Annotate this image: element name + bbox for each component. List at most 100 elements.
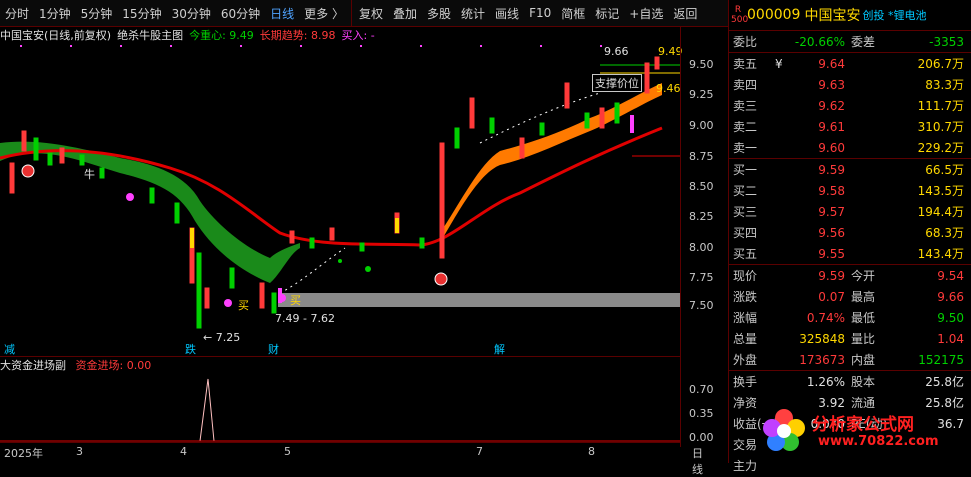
sell-price: 9.62 xyxy=(818,98,845,113)
price-axis: 9.50 9.25 9.00 8.75 8.50 8.25 8.00 7.75 … xyxy=(680,27,728,447)
f10-button[interactable]: F10 xyxy=(524,6,556,20)
buy-row[interactable]: 买三 9.57 194.4万 xyxy=(729,201,971,222)
signal-dot xyxy=(224,299,232,307)
date-mode-label[interactable]: 日线 xyxy=(692,445,703,477)
overlay-button[interactable]: 叠加 xyxy=(388,5,422,22)
fund-row: 换手 1.26% 股本 25.8亿 xyxy=(729,371,971,392)
event-tag[interactable]: 解 xyxy=(494,341,505,357)
y-tick: 9.50 xyxy=(689,58,714,71)
buy-label: 买一 xyxy=(733,163,758,177)
stats-button[interactable]: 统计 xyxy=(456,5,490,22)
signal-dot xyxy=(126,193,134,201)
sell-row[interactable]: 卖三 9.62 111.7万 xyxy=(729,95,971,116)
period-tab-1min[interactable]: 1分钟 xyxy=(34,5,76,22)
sub-indicator-name[interactable]: 大资金进场副 xyxy=(0,359,66,372)
buy-signal-label: 买 xyxy=(290,294,301,307)
stat-value: 9.59 xyxy=(818,268,845,283)
watermark-logo: 分析家公式网 www.70822.com xyxy=(760,406,970,456)
stat-value: 0.74% xyxy=(806,310,845,325)
weicha-label: 委差 xyxy=(851,35,876,49)
y-tick: 8.75 xyxy=(689,150,714,163)
r-badge-number: 500 xyxy=(731,15,749,25)
indicator-name[interactable]: 绝杀牛股主图 xyxy=(117,27,183,43)
stock-title: 中国宝安(日线,前复权) xyxy=(0,29,112,42)
sell-row[interactable]: 卖四 9.63 83.3万 xyxy=(729,74,971,95)
buy-volume: 143.4万 xyxy=(917,247,964,261)
sub-indicator-info: 大资金进场副 资金进场: 0.00 xyxy=(0,357,151,373)
sell-label: 卖四 xyxy=(733,78,758,92)
buy-price: 9.56 xyxy=(818,225,845,240)
buy-price: 9.59 xyxy=(818,162,845,177)
sell-row[interactable]: 卖二 9.61 310.7万 xyxy=(729,116,971,137)
sell-volume: 206.7万 xyxy=(917,57,964,71)
weibi-value: -20.66% xyxy=(794,34,845,49)
indicator-buy-value: 买入: - xyxy=(341,29,375,42)
sell-label: 卖五 xyxy=(733,57,758,71)
sub-y-tick: 0.35 xyxy=(689,407,714,420)
buy-row[interactable]: 买四 9.56 68.3万 xyxy=(729,222,971,243)
buy-label: 买五 xyxy=(733,247,758,261)
stat-row: 现价 9.59 今开 9.54 xyxy=(729,265,971,286)
event-tag[interactable]: 财 xyxy=(268,341,279,357)
period-tab-5min[interactable]: 5分钟 xyxy=(76,5,118,22)
add-watchlist-button[interactable]: +自选 xyxy=(624,5,668,22)
sell-ball-icon xyxy=(434,272,448,286)
period-tab-30min[interactable]: 30分钟 xyxy=(167,5,216,22)
sell-volume: 310.7万 xyxy=(917,120,964,134)
stat-label: 最低 xyxy=(851,311,876,325)
stat-label: 内盘 xyxy=(851,353,876,367)
fund-value: 1.26% xyxy=(806,374,845,389)
period-tab-daily[interactable]: 日线 xyxy=(265,5,299,22)
stat-label: 外盘 xyxy=(733,353,758,367)
y-tick: 9.00 xyxy=(689,119,714,132)
back-button[interactable]: 返回 xyxy=(668,5,702,22)
sell-volume: 111.7万 xyxy=(917,99,964,113)
buy-row[interactable]: 买五 9.55 143.4万 xyxy=(729,243,971,264)
period-tab-fenshi[interactable]: 分时 xyxy=(0,5,34,22)
sell-price: 9.64 xyxy=(818,56,845,71)
draw-line-button[interactable]: 画线 xyxy=(490,5,524,22)
buy-signal-label: 买 xyxy=(238,299,249,312)
toolbar-divider xyxy=(350,0,352,27)
buy-volume: 143.5万 xyxy=(917,184,964,198)
y-tick: 8.00 xyxy=(689,241,714,254)
sell-label: 卖三 xyxy=(733,99,758,113)
buy-price: 9.57 xyxy=(818,204,845,219)
stat-label: 今开 xyxy=(851,269,876,283)
stat-value: 9.54 xyxy=(937,268,964,283)
concept-tags[interactable]: 创投 *锂电池 xyxy=(862,7,926,23)
buy-label: 买二 xyxy=(733,184,758,198)
mark-button[interactable]: 标记 xyxy=(590,5,624,22)
multi-stock-button[interactable]: 多股 xyxy=(422,5,456,22)
y-tick: 8.50 xyxy=(689,180,714,193)
stat-value: 9.50 xyxy=(937,310,964,325)
fund-label: 换手 xyxy=(733,375,758,389)
period-tab-60min[interactable]: 60分钟 xyxy=(216,5,265,22)
event-tag[interactable]: 跌 xyxy=(185,341,196,357)
weicha-value: -3353 xyxy=(929,34,964,49)
event-tag[interactable]: 减 xyxy=(4,341,15,357)
fund-label: 股本 xyxy=(851,375,876,389)
stat-row: 涨幅 0.74% 最低 9.50 xyxy=(729,307,971,328)
low-price-label: ← 7.25 xyxy=(203,331,241,344)
sub-indicator-value: 资金进场: 0.00 xyxy=(75,359,152,372)
buy-row[interactable]: 买一 9.59 66.5万 xyxy=(729,159,971,180)
kline-chart[interactable] xyxy=(0,43,680,343)
buy-row[interactable]: 买二 9.58 143.5万 xyxy=(729,180,971,201)
indicator-trend-value: 长期趋势: 8.98 xyxy=(259,29,336,42)
quote-header: R 500 000009 中国宝安 创投 *锂电池 xyxy=(729,0,971,31)
fund-label: 主力 xyxy=(733,459,758,473)
period-more-button[interactable]: 更多 〉 xyxy=(299,5,349,22)
simple-frame-button[interactable]: 简框 xyxy=(556,5,590,22)
restore-rights-button[interactable]: 复权 xyxy=(354,5,388,22)
support-label: 支撑价位 xyxy=(592,74,642,92)
r-badge-letter: R xyxy=(734,5,742,15)
sell-row[interactable]: 卖一 9.60 229.2万 xyxy=(729,137,971,158)
stat-label: 涨跌 xyxy=(733,290,758,304)
period-tab-15min[interactable]: 15分钟 xyxy=(117,5,166,22)
y-tick: 9.25 xyxy=(689,88,714,101)
stat-value: 152175 xyxy=(918,352,964,367)
sub-y-tick: 0.00 xyxy=(689,431,714,444)
weibi-row: 委比 -20.66% 委差 -3353 xyxy=(729,31,971,52)
sell-row[interactable]: 卖五 ¥9.64 206.7万 xyxy=(729,53,971,74)
